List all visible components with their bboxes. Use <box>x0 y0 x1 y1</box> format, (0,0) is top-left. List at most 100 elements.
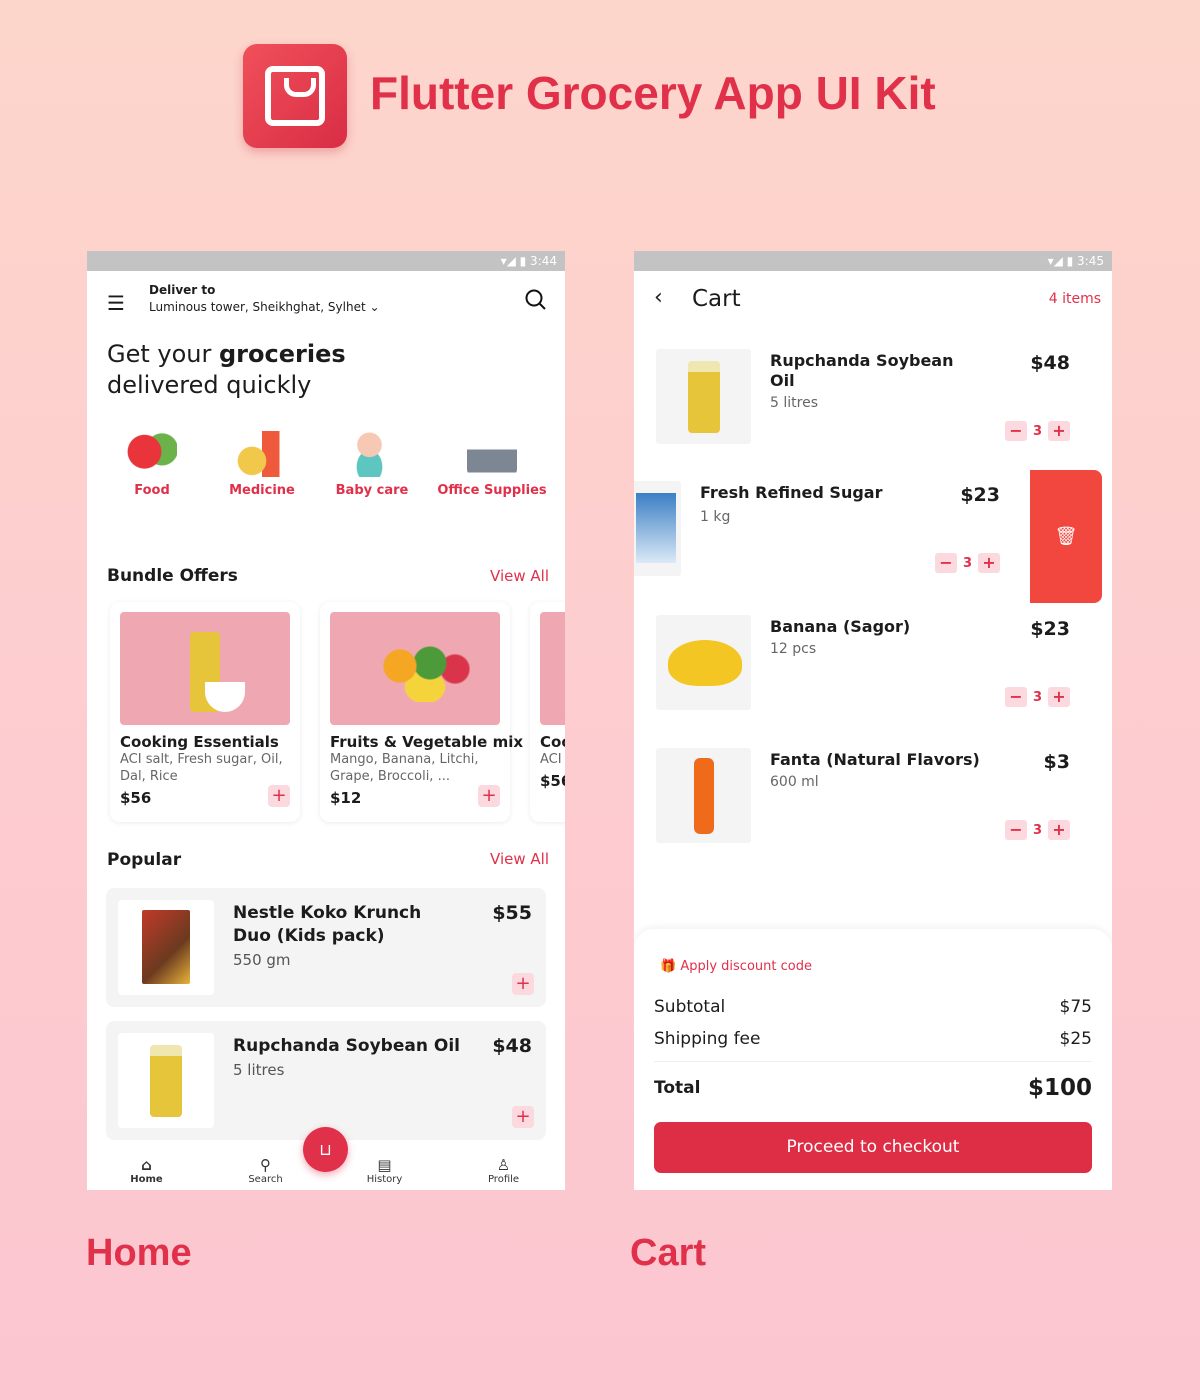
minus-button[interactable]: − <box>1004 687 1027 707</box>
home-icon: ⌂ <box>141 1156 152 1174</box>
popular-item[interactable]: Rupchanda Soybean Oil 5 litres $48 + <box>106 1021 546 1140</box>
bundle-list: Cooking Essentials ACI salt, Fresh sugar,… <box>110 602 565 822</box>
cart-item[interactable]: Rupchanda Soybean Oil 5 litres $48 −3 + <box>634 349 1112 449</box>
delete-button[interactable]: 🗑 <box>1030 470 1102 603</box>
checkout-button[interactable]: Proceed to checkout <box>654 1122 1092 1173</box>
cart-fab[interactable]: ⊔ <box>303 1127 348 1172</box>
bundle-desc: Mango, Banana, Litchi, Grape, Broccoli, … <box>330 752 479 784</box>
product-name: Rupchanda Soybean Oil <box>233 1036 460 1056</box>
minus-button[interactable]: − <box>1004 421 1027 441</box>
status-bar: ▾◢ ▮ 3:45 <box>634 251 1112 271</box>
add-button[interactable]: + <box>512 1106 534 1128</box>
bundle-image <box>540 612 565 725</box>
shopping-bag-icon: ⊔ <box>319 1140 332 1159</box>
bundle-desc: ACI Dal <box>540 752 565 767</box>
cart-title: Cart <box>692 286 741 312</box>
caption-cart: Cart <box>630 1232 707 1274</box>
cart-item-swiped[interactable]: Fresh Refined Sugar 1 kg $23 −3 + <box>634 481 1042 581</box>
plus-button[interactable]: + <box>1048 421 1070 441</box>
product-name: Fanta (Natural Flavors) <box>770 750 980 769</box>
back-icon[interactable]: ‹ <box>654 285 663 310</box>
product-name: Fresh Refined Sugar <box>700 483 883 502</box>
product-name: Banana (Sagor) <box>770 617 911 636</box>
status-bar: ▾◢ ▮ 3:44 <box>87 251 565 271</box>
product-image <box>656 748 751 843</box>
trash-icon: 🗑 <box>1054 526 1078 547</box>
status-time: 3:45 <box>1077 254 1104 268</box>
deliver-label: Deliver to <box>149 283 216 297</box>
shipping-value: $25 <box>1059 1029 1092 1049</box>
nav-home[interactable]: ⌂ Home <box>87 1156 206 1185</box>
page-title: Flutter Grocery App UI Kit <box>370 67 936 119</box>
popular-title: Popular <box>107 850 182 870</box>
bundle-view-all[interactable]: View All <box>490 567 549 585</box>
app-logo <box>243 44 347 148</box>
product-size: 600 ml <box>770 774 819 790</box>
bundle-image <box>330 612 500 725</box>
total-value: $100 <box>1027 1075 1092 1101</box>
product-image <box>634 481 681 576</box>
product-size: 5 litres <box>770 395 818 411</box>
search-icon[interactable] <box>525 289 547 311</box>
plus-button[interactable]: + <box>1048 820 1070 840</box>
product-size: 5 litres <box>233 1061 285 1079</box>
product-price: $23 <box>960 484 1000 506</box>
apply-discount-link[interactable]: 🎁 Apply discount code <box>660 959 812 974</box>
cart-item[interactable]: Fanta (Natural Flavors) 600 ml $3 −3 + <box>634 748 1112 848</box>
person-icon: ♙ <box>496 1156 511 1174</box>
nav-profile[interactable]: ♙ Profile <box>444 1156 563 1185</box>
menu-icon[interactable]: ☰ <box>107 291 125 315</box>
product-price: $48 <box>1030 352 1070 374</box>
category-office-supplies[interactable]: Office Supplies <box>437 431 547 498</box>
minus-button[interactable]: − <box>934 553 957 573</box>
product-image <box>118 1033 214 1128</box>
shopping-bag-icon <box>265 66 325 126</box>
plus-button[interactable]: + <box>978 553 1000 573</box>
category-list: Food Medicine Baby care Office Supplies <box>107 431 547 498</box>
product-price: $55 <box>492 902 532 924</box>
category-medicine[interactable]: Medicine <box>217 431 307 498</box>
product-size: 1 kg <box>700 509 731 525</box>
category-baby-care[interactable]: Baby care <box>327 431 417 498</box>
subtotal-row: Subtotal $75 <box>654 997 1092 1017</box>
add-button[interactable]: + <box>268 785 290 807</box>
bundle-name: Coo <box>540 733 565 751</box>
add-button[interactable]: + <box>478 785 500 807</box>
product-price: $23 <box>1030 618 1070 640</box>
bundle-name: Fruits & Vegetable mix <box>330 733 524 751</box>
product-name: Rupchanda Soybean Oil <box>770 351 954 390</box>
item-count: 4 items <box>1048 291 1101 307</box>
caption-home: Home <box>86 1232 192 1274</box>
bundle-card[interactable]: Cooking Essentials ACI salt, Fresh sugar,… <box>110 602 300 822</box>
plus-button[interactable]: + <box>1048 687 1070 707</box>
quantity-stepper[interactable]: −3 + <box>1004 820 1070 840</box>
product-image <box>656 615 751 710</box>
total-row: Total $100 <box>654 1075 1092 1101</box>
bundle-offers-title: Bundle Offers <box>107 566 238 586</box>
bundle-price: $12 <box>330 789 362 807</box>
minus-button[interactable]: − <box>1004 820 1027 840</box>
bundle-name: Cooking Essentials <box>120 733 279 751</box>
summary-panel: 🎁 Apply discount code Subtotal $75 Shippi… <box>634 929 1112 1190</box>
product-size: 12 pcs <box>770 641 817 657</box>
shipping-row: Shipping fee $25 <box>654 1029 1092 1049</box>
bundle-card[interactable]: CooACI Dal $56 <box>530 602 565 822</box>
quantity-stepper[interactable]: −3 + <box>934 553 1000 573</box>
bundle-price: $56 <box>120 789 152 807</box>
product-image <box>656 349 751 444</box>
food-icon <box>127 431 177 477</box>
quantity-stepper[interactable]: −3 + <box>1004 421 1070 441</box>
medicine-icon <box>237 431 287 477</box>
popular-view-all[interactable]: View All <box>490 850 549 868</box>
cart-item[interactable]: Banana (Sagor) 12 pcs $23 −3 + <box>634 615 1112 715</box>
gift-icon: 🎁 <box>660 959 677 974</box>
baby-icon <box>347 431 397 477</box>
address-selector[interactable]: Luminous tower, Sheikhghat, Sylhet ⌄ <box>149 300 380 314</box>
category-food[interactable]: Food <box>107 431 197 498</box>
tape-dispenser-icon <box>467 431 517 477</box>
popular-item[interactable]: Nestle Koko Krunch Duo (Kids pack) 550 g… <box>106 888 546 1007</box>
add-button[interactable]: + <box>512 973 534 995</box>
subtotal-value: $75 <box>1059 997 1092 1017</box>
quantity-stepper[interactable]: −3 + <box>1004 687 1070 707</box>
bundle-card[interactable]: Fruits & Vegetable mix Mango, Banana, Lit… <box>320 602 524 822</box>
